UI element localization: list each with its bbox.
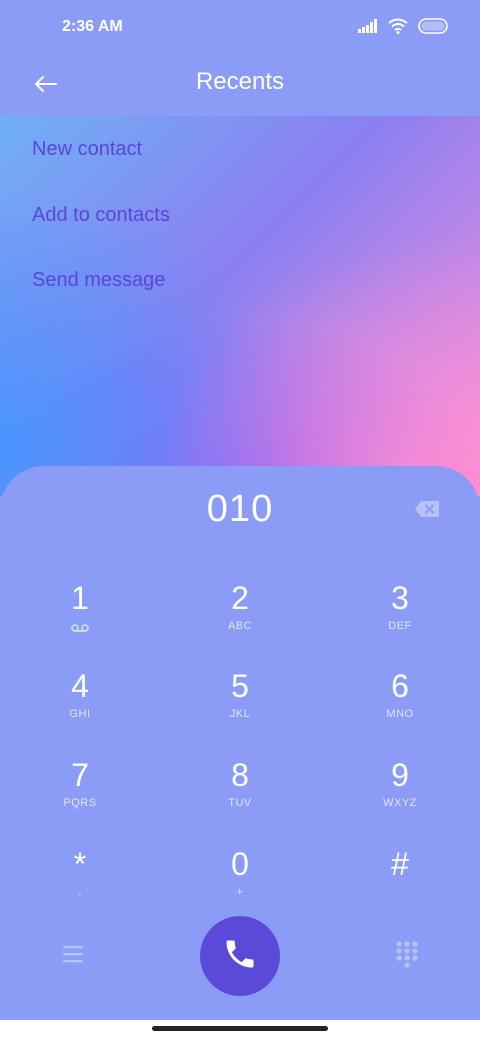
key-digit: 6 (391, 668, 409, 704)
key-digit: 9 (391, 757, 409, 793)
dialpad-panel: 010 1 2 ABC 3 DEF 4 GHI 5 JKL 6 MNO 7 PQ… (0, 466, 480, 1040)
key-digit: # (391, 846, 409, 882)
key-6[interactable]: 6 MNO (340, 666, 460, 746)
battery-icon (418, 18, 450, 39)
key-digit: * (73, 846, 87, 882)
app-header: Recents (0, 56, 480, 116)
signal-icon (358, 19, 378, 38)
key-5[interactable]: 5 JKL (180, 666, 300, 746)
call-button[interactable] (200, 916, 280, 996)
key-digit: 0 (231, 846, 249, 882)
status-icons (358, 18, 450, 39)
key-letters: PQRS (63, 797, 97, 809)
key-digit: 4 (71, 668, 89, 704)
key-3[interactable]: 3 DEF (340, 578, 460, 658)
key-digit: 1 (71, 580, 89, 616)
key-letters: TUV (228, 797, 252, 809)
key-letters: ABC (227, 620, 253, 632)
key-letters: JKL (229, 708, 251, 720)
key-digit: 2 (231, 580, 249, 616)
key-digit: 5 (231, 668, 249, 704)
key-digit: 3 (391, 580, 409, 616)
key-9[interactable]: 9 WXYZ (340, 755, 460, 835)
key-8[interactable]: 8 TUV (180, 755, 300, 835)
phone-icon (222, 936, 258, 977)
new-contact-option[interactable]: New contact (32, 138, 142, 161)
key-7[interactable]: 7 PQRS (20, 755, 140, 835)
status-time: 2:36 AM (62, 18, 123, 35)
backspace-icon[interactable] (414, 500, 440, 518)
keypad-icon[interactable] (394, 940, 420, 968)
dialed-number: 010 (206, 488, 274, 530)
key-letters: GHI (69, 708, 91, 720)
send-message-option[interactable]: Send message (32, 269, 165, 292)
wifi-icon (388, 18, 408, 39)
key-letters: MNO (386, 708, 414, 720)
key-digit: 7 (71, 757, 89, 793)
key-1[interactable]: 1 (20, 578, 140, 658)
voicemail-icon (20, 620, 140, 634)
add-to-contacts-option[interactable]: Add to contacts (32, 204, 170, 227)
header-gradient-background (0, 116, 480, 496)
key-hash[interactable]: # (340, 844, 460, 924)
key-digit: 8 (231, 757, 249, 793)
key-letters: + (236, 886, 244, 898)
key-0[interactable]: 0 + (180, 844, 300, 924)
key-letters: DEF (388, 620, 412, 632)
key-letters: , (78, 886, 82, 898)
key-letters: WXYZ (383, 797, 417, 809)
status-bar: 2:36 AM (0, 0, 480, 56)
menu-icon[interactable] (60, 942, 86, 966)
page-title: Recents (195, 68, 285, 95)
home-indicator[interactable] (152, 1026, 328, 1031)
key-4[interactable]: 4 GHI (20, 666, 140, 746)
key-star[interactable]: * , (20, 844, 140, 924)
key-2[interactable]: 2 ABC (180, 578, 300, 658)
